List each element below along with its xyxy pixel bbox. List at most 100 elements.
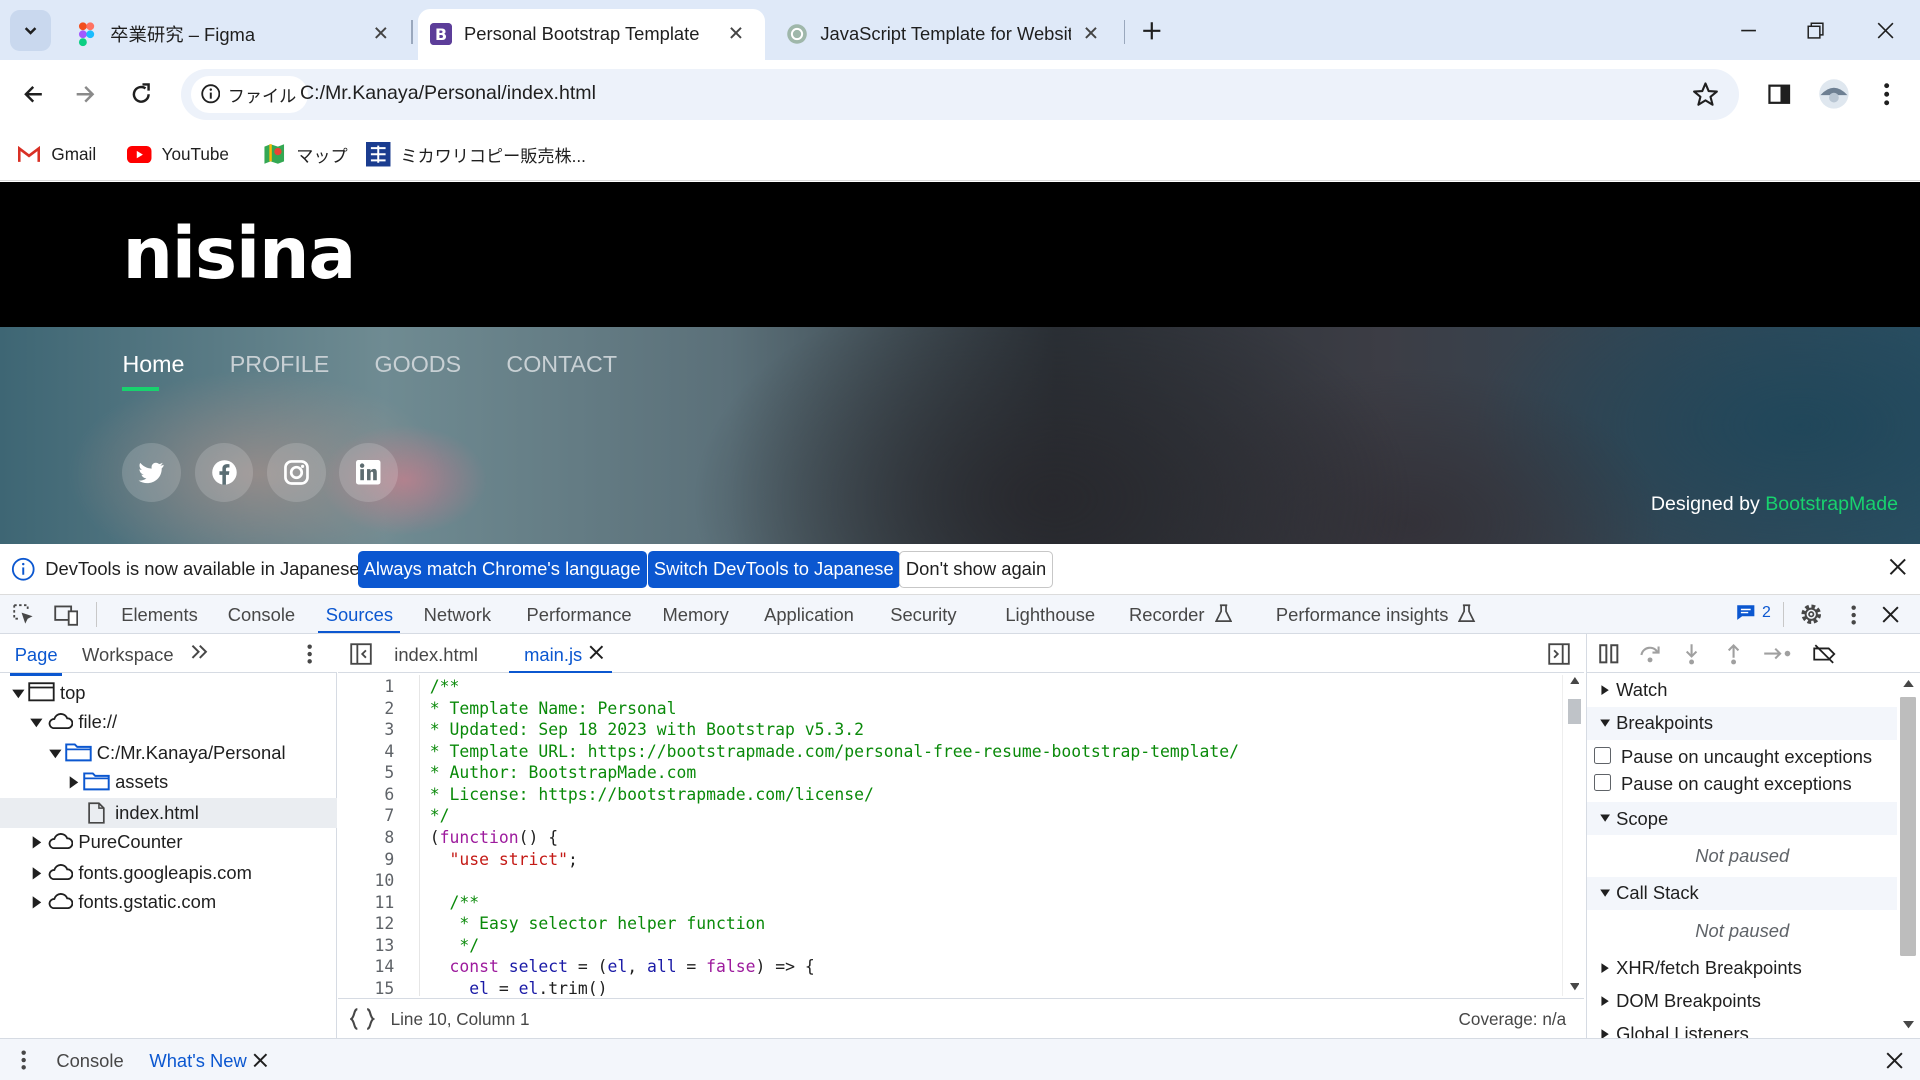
caret-down-icon[interactable] [48,746,63,761]
debugger-scrollbar[interactable] [1896,674,1920,1039]
editor-scrollbar[interactable] [1562,674,1585,996]
close-window-button[interactable] [1867,15,1904,47]
close-icon[interactable] [1888,557,1908,577]
drawer-tab-whats-new[interactable]: What's New [149,1050,246,1072]
line-number[interactable]: 2 [338,699,394,718]
tree-item[interactable]: fonts.gstatic.com [0,888,337,917]
close-tab-icon[interactable]: ✕ [369,22,393,46]
site-info-chip[interactable]: ファイル [191,75,309,113]
instagram-link[interactable] [266,443,326,502]
line-number[interactable]: 13 [338,936,395,955]
section-xhr-breakpoints[interactable]: XHR/fetch Breakpoints [1587,951,1898,984]
close-drawer-tab-button[interactable] [253,1053,268,1068]
linkedin-link[interactable] [339,443,398,502]
always-match-language-button[interactable]: Always match Chrome's language [357,551,647,588]
deactivate-breakpoints-button[interactable] [1812,642,1836,666]
caret-right-icon[interactable] [66,775,81,790]
tab-application[interactable]: Application [764,595,854,633]
forward-button[interactable] [69,77,103,111]
line-number[interactable]: 12 [338,914,395,933]
nav-home[interactable]: Home [122,351,184,391]
caret-right-icon[interactable] [29,895,44,910]
editor-tab-main-js[interactable]: main.js [524,644,582,666]
pretty-print-button[interactable] [350,1007,375,1030]
code-line[interactable]: * Author: BootstrapMade.com [430,763,696,782]
code-line[interactable]: * Template URL: https://bootstrapmade.co… [430,742,1239,761]
code-line[interactable]: */ [430,806,450,825]
code-line[interactable]: el = el.trim() [430,979,607,996]
profile-avatar[interactable] [1815,75,1854,114]
drawer-tab-console[interactable]: Console [56,1050,123,1072]
tree-item[interactable]: assets [0,768,337,797]
inspect-element-button[interactable] [12,602,36,626]
tree-item[interactable]: PureCounter [0,828,337,857]
new-tab-button[interactable] [1136,15,1168,47]
toggle-navigator-button[interactable] [350,643,372,665]
facebook-link[interactable] [194,443,254,502]
close-tab-icon[interactable]: ✕ [724,22,748,46]
line-number[interactable]: 14 [338,957,395,976]
tab-lighthouse[interactable]: Lighthouse [1005,595,1095,633]
tab-memory[interactable]: Memory [662,595,728,633]
tab-page[interactable]: Page [9,644,63,676]
pause-caught-checkbox[interactable]: Pause on caught exceptions [1587,770,1898,797]
code-line[interactable]: */ [430,936,479,955]
tab-figma[interactable]: 卒業研究 – Figma ✕ [61,9,410,60]
more-tabs-button[interactable] [190,642,210,662]
address-bar[interactable]: ファイル C:/Mr.Kanaya/Personal/index.html [181,68,1739,120]
site-logo[interactable]: nisina [122,212,356,295]
pause-script-button[interactable] [1597,642,1621,666]
bookmark-mikawari[interactable]: ミカワリコピー販売株... [366,140,586,169]
step-into-button[interactable] [1680,642,1704,666]
section-call-stack[interactable]: Call Stack [1586,876,1898,910]
dont-show-again-button[interactable]: Don't show again [898,551,1054,588]
code-line[interactable]: * License: https://bootstrapmade.com/lic… [430,785,874,804]
nav-contact[interactable]: CONTACT [506,351,617,378]
chrome-menu-button[interactable] [1870,77,1904,111]
section-watch[interactable]: Watch [1587,673,1898,706]
switch-to-japanese-button[interactable]: Switch DevTools to Japanese [647,551,900,588]
tree-item[interactable]: index.html [0,798,337,828]
bookmark-maps[interactable]: マップ [262,140,348,169]
back-button[interactable] [16,77,50,111]
line-number[interactable]: 7 [338,806,394,825]
code-line[interactable]: "use strict"; [430,850,578,869]
line-number[interactable]: 4 [338,742,394,761]
checkbox-box[interactable] [1594,773,1612,791]
tab-search-button[interactable] [9,9,52,52]
caret-right-icon[interactable] [29,835,44,850]
tab-javascript-template[interactable]: JavaScript Template for Websit ✕ [771,9,1120,60]
caret-down-icon[interactable] [11,686,26,701]
bookmark-youtube[interactable]: YouTube [127,140,229,169]
step-button[interactable] [1762,642,1794,666]
line-number[interactable]: 11 [338,893,395,912]
checkbox-box[interactable] [1594,746,1612,765]
step-out-button[interactable] [1721,642,1745,666]
nav-profile[interactable]: PROFILE [230,351,329,378]
bookmark-star-button[interactable] [1692,81,1719,108]
reload-button[interactable] [124,77,158,111]
close-drawer-button[interactable] [1886,1052,1903,1069]
close-devtools-button[interactable] [1878,602,1902,626]
tab-performance[interactable]: Performance [527,595,632,633]
code-line[interactable]: (function() { [430,828,558,847]
code-line[interactable]: * Easy selector helper function [430,914,765,933]
tab-personal-bootstrap[interactable]: B Personal Bootstrap Template ✕ [417,8,766,60]
bookmark-gmail[interactable]: Gmail [17,140,96,169]
step-over-button[interactable] [1638,642,1662,666]
pause-uncaught-checkbox[interactable]: Pause on uncaught exceptions [1587,743,1898,770]
section-scope[interactable]: Scope [1586,802,1898,836]
close-tab-icon[interactable]: ✕ [1079,22,1103,46]
section-breakpoints[interactable]: Breakpoints [1586,706,1898,740]
device-toolbar-button[interactable] [54,602,79,626]
tab-performance-insights[interactable]: Performance insights [1276,595,1476,633]
twitter-link[interactable] [122,443,182,502]
issues-counter[interactable]: 2 [1736,604,1771,622]
section-dom-breakpoints[interactable]: DOM Breakpoints [1587,984,1898,1017]
side-panel-button[interactable] [1762,77,1796,111]
tab-console[interactable]: Console [228,595,295,633]
line-number[interactable]: 15 [338,979,395,996]
line-number[interactable]: 10 [338,871,395,890]
caret-down-icon[interactable] [29,715,44,730]
tab-sources[interactable]: Sources [318,595,401,634]
